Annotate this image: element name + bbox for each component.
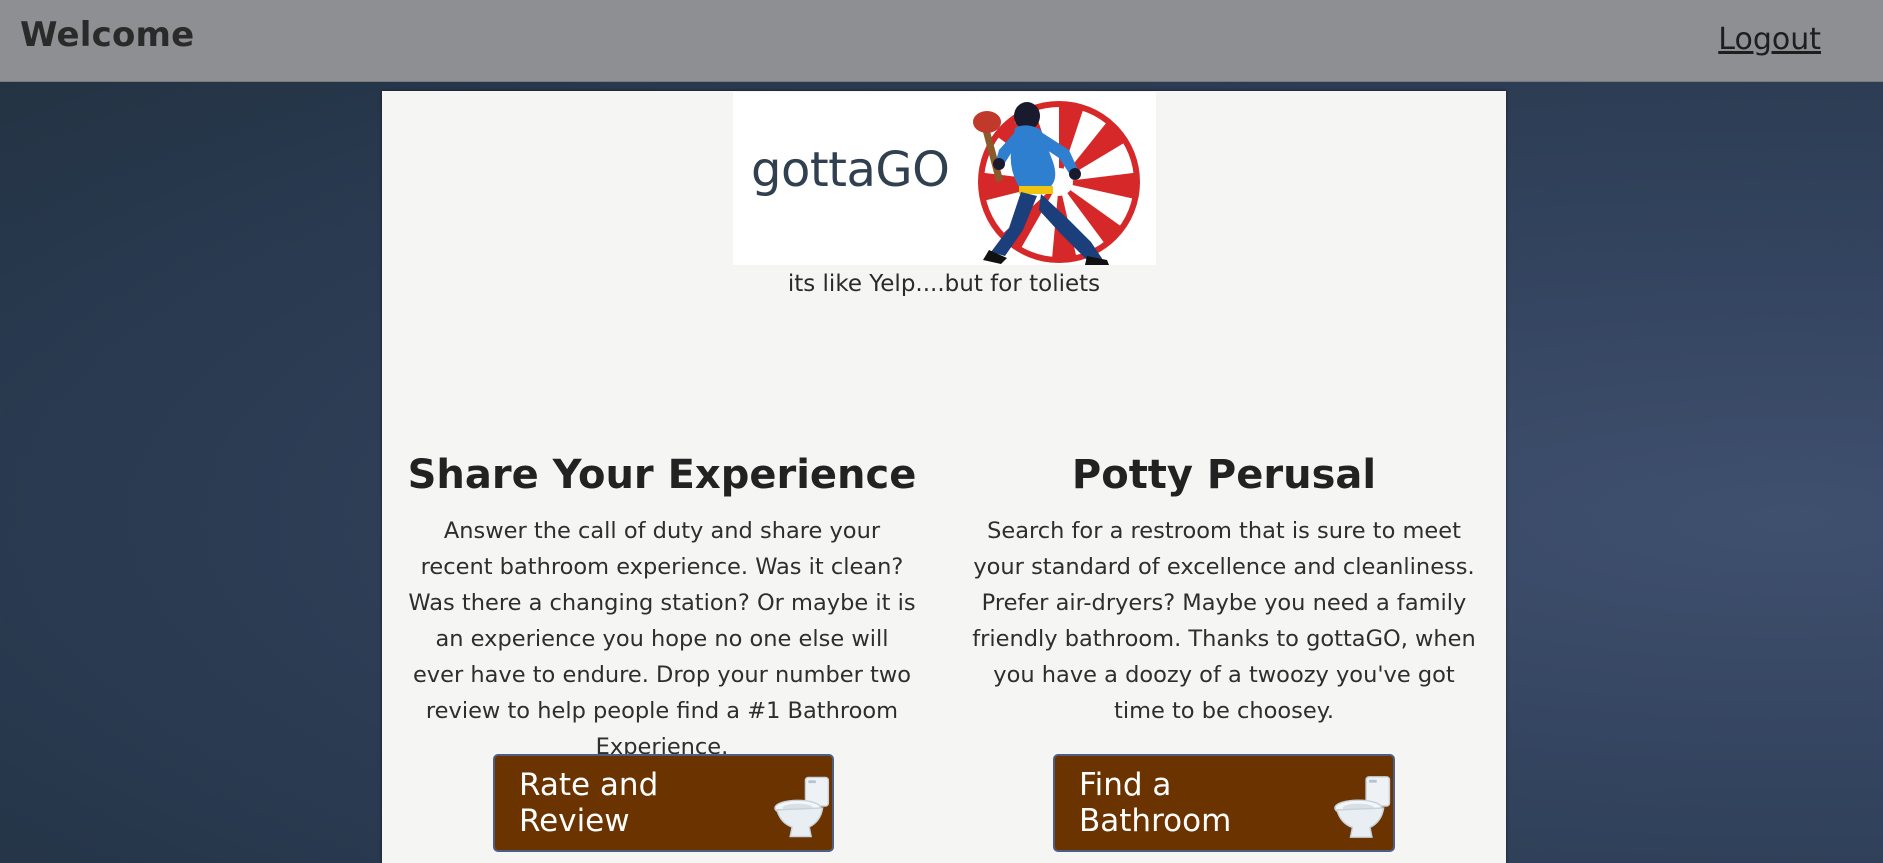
plunger-superhero-icon: [973, 101, 1140, 265]
share-experience-heading: Share Your Experience: [407, 452, 917, 498]
share-experience-description: Answer the call of duty and share your r…: [408, 518, 916, 760]
top-navbar: Welcome Logout: [0, 0, 1883, 82]
toilet-icon: [1333, 776, 1390, 838]
gottago-logo: gottaGO: [733, 92, 1156, 265]
potty-perusal-heading: Potty Perusal: [1071, 452, 1377, 498]
toilet-icon: [774, 776, 829, 838]
potty-perusal-description: Search for a restroom that is sure to me…: [972, 518, 1476, 724]
logout-link[interactable]: Logout: [1718, 22, 1821, 57]
main-panel: gottaGO its like Yelp....but for toliets…: [382, 91, 1506, 863]
tagline: its like Yelp....but for toliets: [787, 271, 1101, 297]
rate-and-review-button[interactable]: Rate and Review: [493, 754, 834, 852]
rate-and-review-label: Rate and Review: [519, 767, 659, 839]
logo-wordmark: gottaGO: [751, 142, 950, 198]
navbar-title: Welcome: [20, 15, 195, 55]
find-a-bathroom-label: Find a Bathroom: [1079, 767, 1232, 839]
share-experience-section: Share Your Experience Answer the call of…: [402, 451, 922, 765]
find-a-bathroom-button[interactable]: Find a Bathroom: [1053, 754, 1395, 852]
potty-perusal-section: Potty Perusal Search for a restroom that…: [964, 451, 1484, 729]
